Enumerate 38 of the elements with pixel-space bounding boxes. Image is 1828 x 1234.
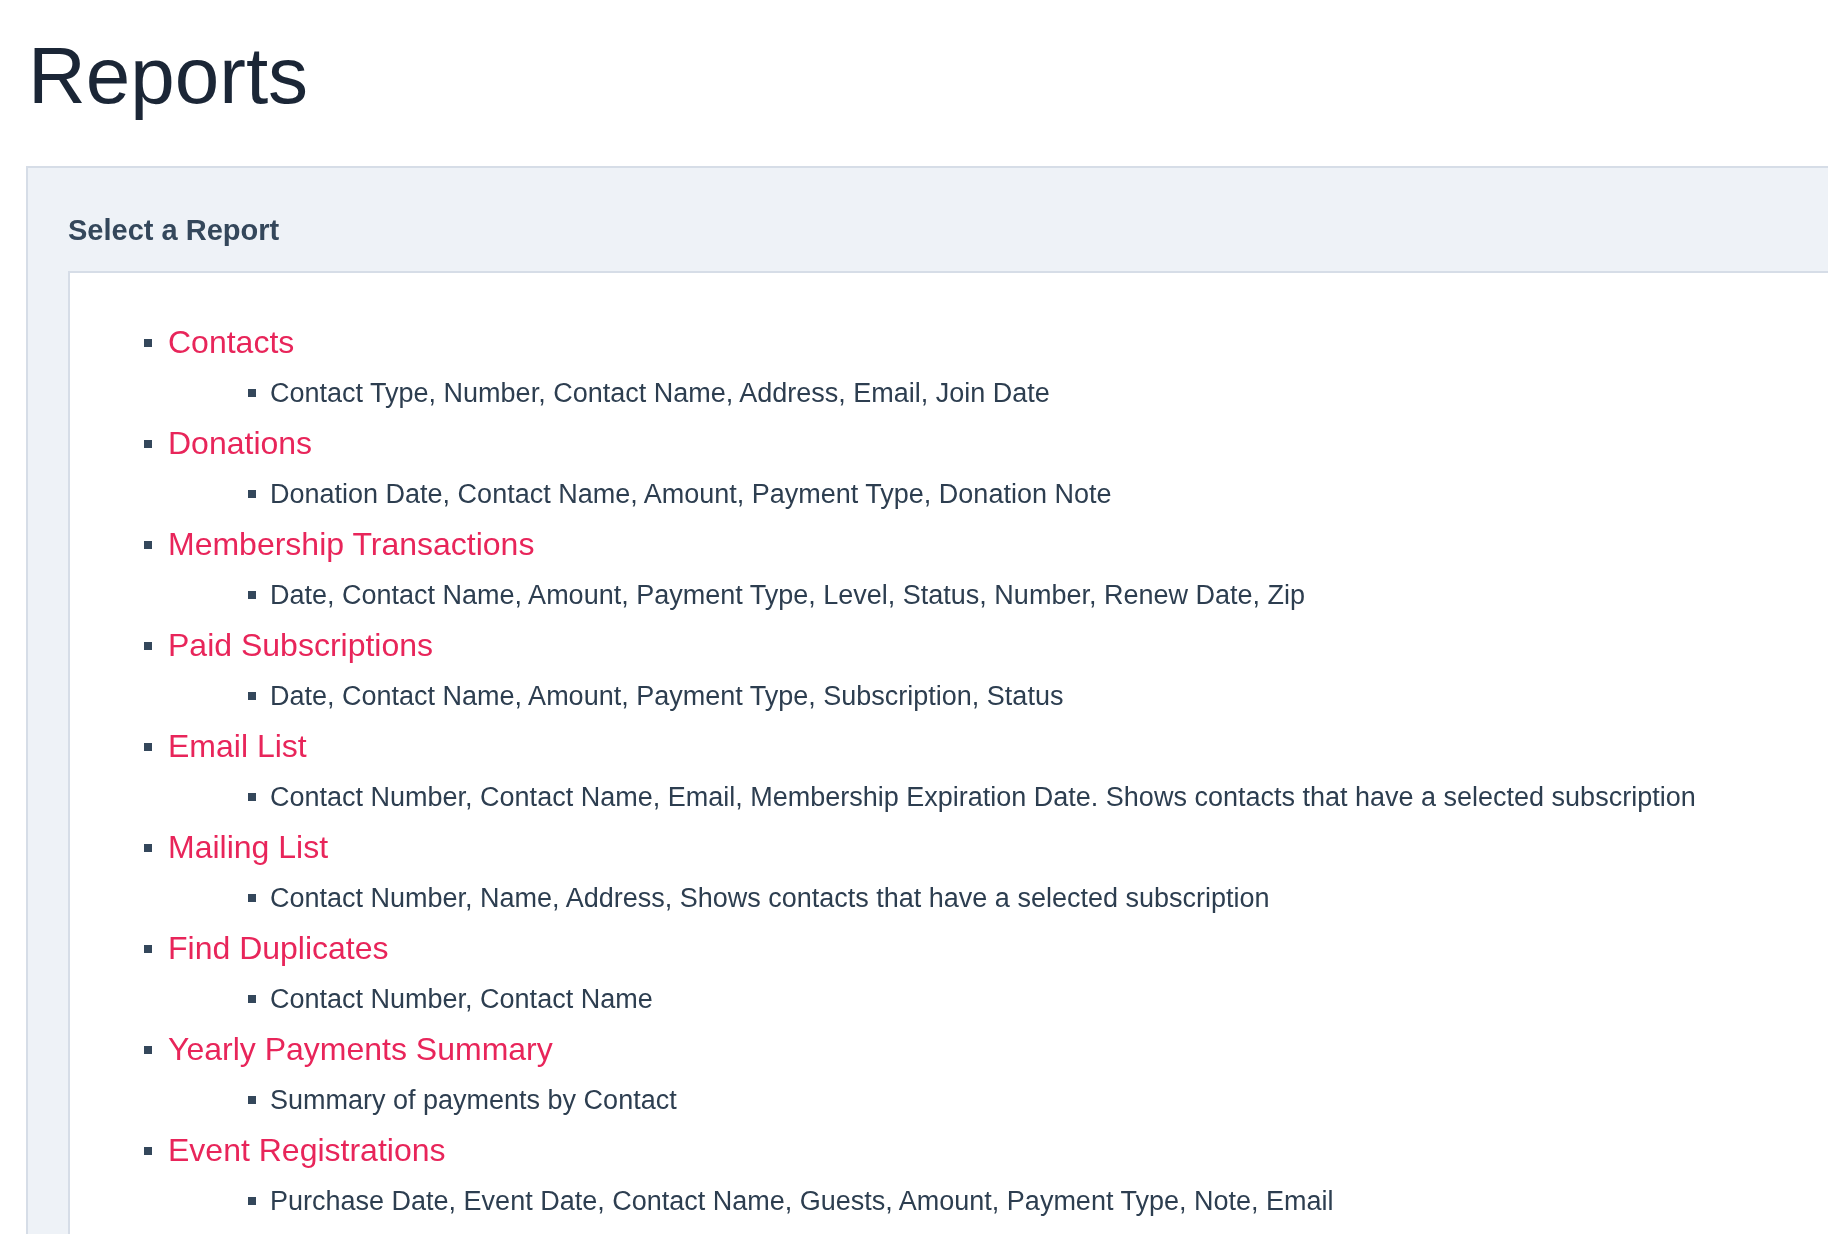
bullet-icon	[248, 995, 256, 1003]
bullet-icon	[144, 742, 152, 751]
bullet-icon	[144, 944, 152, 953]
report-description: Contact Number, Name, Address, Shows contacts that have a selected subscription	[270, 882, 1270, 914]
report-description: Date, Contact Name, Amount, Payment Type, Level, Status, Number, Renew Date, Zip	[270, 579, 1305, 611]
bullet-icon	[248, 1197, 256, 1205]
bullet-icon	[248, 1096, 256, 1104]
report-description: Donation Date, Contact Name, Amount, Payment Type, Donation Note	[270, 478, 1112, 510]
bullet-icon	[248, 894, 256, 902]
bullet-icon	[144, 843, 152, 852]
report-description: Summary of payments by Contact	[270, 1084, 677, 1116]
report-description: Purchase Date, Event Date, Contact Name, Guests, Amount, Payment Type, Note, Email	[270, 1185, 1334, 1217]
report-link[interactable]: Event Registrations	[168, 1132, 446, 1169]
bullet-icon	[144, 540, 152, 549]
bullet-icon	[144, 1146, 152, 1155]
bullet-icon	[248, 490, 256, 498]
bullet-icon	[144, 1045, 152, 1054]
report-description: Contact Number, Contact Name	[270, 983, 653, 1015]
report-link[interactable]: Email List	[168, 728, 307, 765]
report-link[interactable]: Membership Transactions	[168, 526, 535, 563]
bullet-icon	[144, 439, 152, 448]
bullet-icon	[248, 389, 256, 397]
bullet-icon	[248, 591, 256, 599]
report-link[interactable]: Paid Subscriptions	[168, 627, 434, 664]
page-title: Reports	[28, 30, 310, 122]
report-link[interactable]: Donations	[168, 425, 313, 462]
bullet-icon	[248, 793, 256, 801]
report-description: Date, Contact Name, Amount, Payment Type, Subscription, Status	[270, 680, 1064, 712]
report-link[interactable]: Mailing List	[168, 829, 329, 866]
panel-heading: Select a Report	[68, 213, 281, 248]
report-link[interactable]: Contacts	[168, 324, 295, 361]
report-link[interactable]: Yearly Payments Summary	[168, 1031, 553, 1068]
bullet-icon	[144, 338, 152, 347]
bullet-icon	[248, 692, 256, 700]
report-description: Contact Number, Contact Name, Email, Membership Expiration Date. Shows contacts that have a selected subscription	[270, 781, 1696, 813]
report-description: Contact Type, Number, Contact Name, Address, Email, Join Date	[270, 377, 1050, 409]
report-link[interactable]: Find Duplicates	[168, 930, 389, 967]
bullet-icon	[144, 641, 152, 650]
